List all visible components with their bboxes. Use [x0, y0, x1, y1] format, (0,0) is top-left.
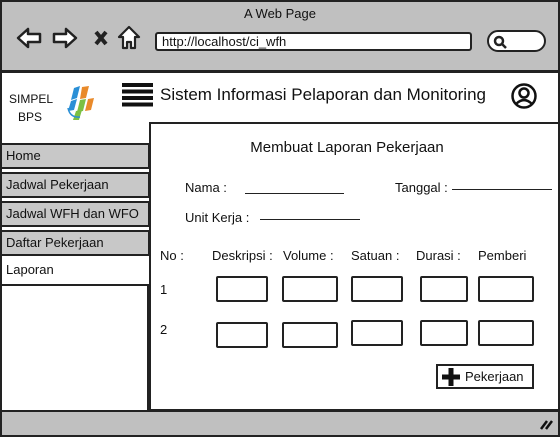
search-icon [493, 35, 507, 49]
column-header-pemberi: Pemberi [478, 248, 527, 263]
deskripsi-input[interactable] [216, 276, 268, 302]
volume-input[interactable] [282, 322, 338, 348]
sidebar-item-daftar-pekerjaan[interactable]: Daftar Pekerjaan [2, 230, 150, 256]
satuan-input[interactable] [351, 276, 403, 302]
column-header-durasi: Durasi : [416, 248, 461, 263]
sidebar-item-jadwal-wfh-wfo[interactable]: Jadwal WFH dan WFO [2, 201, 150, 227]
pemberi-input[interactable] [478, 320, 534, 346]
form-title: Membuat Laporan Pekerjaan [250, 139, 444, 156]
close-x-icon[interactable] [92, 24, 110, 52]
resize-handle-icon[interactable] [538, 417, 554, 431]
unit-kerja-input[interactable] [260, 219, 360, 220]
sidebar-item-home[interactable]: Home [2, 143, 150, 169]
nama-input[interactable] [245, 193, 344, 194]
bps-logo-icon [67, 86, 94, 120]
durasi-input[interactable] [420, 320, 468, 346]
back-arrow-icon[interactable] [16, 24, 42, 52]
satuan-input[interactable] [351, 320, 403, 346]
column-header-deskripsi: Deskripsi : [212, 248, 273, 263]
sidebar-item-jadwal-pekerjaan[interactable]: Jadwal Pekerjaan [2, 172, 150, 198]
nama-label: Nama : [185, 180, 227, 195]
window-title: A Web Page [243, 6, 317, 21]
app-title: Sistem Informasi Pelaporan dan Monitorin… [160, 85, 486, 104]
deskripsi-input[interactable] [216, 322, 268, 348]
column-header-volume: Volume : [283, 248, 334, 263]
add-pekerjaan-label: Pekerjaan [465, 369, 524, 384]
add-pekerjaan-button[interactable]: Pekerjaan [436, 364, 534, 389]
home-icon[interactable] [117, 24, 141, 52]
unit-kerja-label: Unit Kerja : [185, 210, 250, 225]
forward-arrow-icon[interactable] [52, 24, 78, 52]
hamburger-menu-icon[interactable] [122, 82, 153, 107]
column-header-satuan: Satuan : [351, 248, 400, 263]
url-bar[interactable]: http://localhost/ci_wfh [155, 32, 472, 51]
durasi-input[interactable] [420, 276, 468, 302]
sidebar-empty-area [2, 284, 149, 410]
plus-icon [442, 367, 460, 386]
column-header-no: No : [160, 248, 184, 263]
tanggal-input[interactable] [452, 189, 552, 190]
browser-search-field[interactable] [487, 30, 546, 52]
row-number: 2 [160, 322, 168, 337]
brand-org: BPS [18, 110, 43, 124]
tanggal-label: Tanggal : [395, 180, 448, 195]
brand-name: SIMPEL [9, 92, 54, 106]
sidebar-item-laporan[interactable]: Laporan [2, 258, 150, 284]
pemberi-input[interactable] [478, 276, 534, 302]
row-number: 1 [160, 282, 168, 297]
volume-input[interactable] [282, 276, 338, 302]
status-bar [0, 410, 560, 437]
user-account-icon[interactable] [511, 83, 537, 109]
